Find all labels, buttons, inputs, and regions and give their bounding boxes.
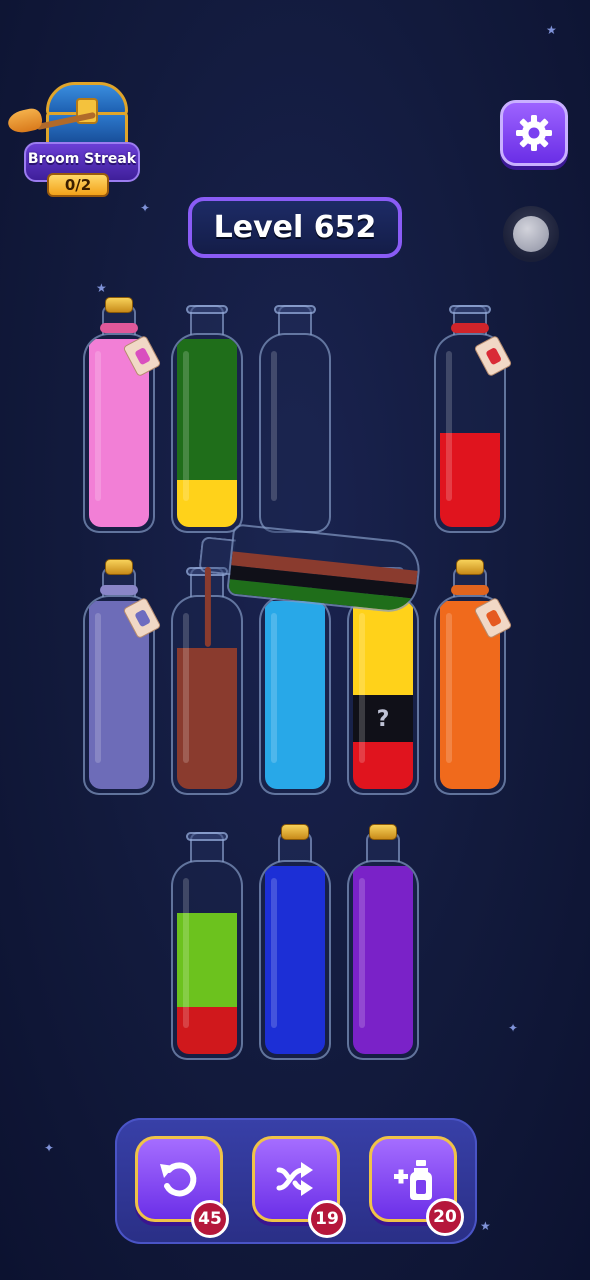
- streak-label: Broom Streak: [27, 151, 137, 167]
- shuffle-icon: [276, 1162, 313, 1196]
- star-decoration: ✦: [140, 201, 151, 215]
- cork-icon: [281, 824, 309, 840]
- level-label: Level 652: [213, 210, 377, 245]
- bottle-r2c5[interactable]: [434, 559, 513, 797]
- bottle-r3c3[interactable]: [347, 824, 419, 1062]
- level-indicator: Level 652: [188, 197, 402, 258]
- cork-icon: [369, 824, 397, 840]
- bottle-r1c4[interactable]: [434, 305, 513, 535]
- cork-icon: [105, 559, 133, 575]
- undo-count: 45: [191, 1200, 229, 1238]
- bottle-r1c2[interactable]: [171, 305, 243, 535]
- broom-streak-widget[interactable]: Broom Streak 0/2: [6, 78, 148, 203]
- star-decoration: ★: [96, 281, 107, 295]
- bottle-r1c3[interactable]: [259, 305, 331, 535]
- liquid-stack: [228, 551, 418, 613]
- cork-icon: [105, 297, 133, 313]
- toggle-button[interactable]: [503, 206, 559, 262]
- add-bottle-icon: [394, 1160, 432, 1200]
- settings-button[interactable]: [500, 100, 568, 166]
- rope-icon: [451, 585, 489, 595]
- broom-icon: [6, 106, 96, 136]
- bottle-r3c2[interactable]: [259, 824, 331, 1062]
- bottle-r2c1[interactable]: [83, 559, 162, 797]
- hidden-layer-mark: ?: [376, 707, 390, 732]
- star-decoration: ★: [546, 23, 557, 37]
- bottle-r3c1[interactable]: [171, 832, 243, 1062]
- cork-icon: [456, 559, 484, 575]
- shuffle-count: 19: [308, 1200, 346, 1238]
- star-decoration: ✦: [508, 1021, 519, 1035]
- undo-icon: [160, 1162, 197, 1197]
- streak-progress: 0/2: [47, 173, 109, 197]
- gear-icon: [516, 115, 552, 151]
- star-decoration: ★: [480, 1219, 491, 1233]
- add-bottle-count: 20: [426, 1198, 464, 1236]
- rope-icon: [451, 323, 489, 333]
- pour-stream: [204, 566, 211, 647]
- powerup-toolbar: 45 19 20: [115, 1118, 477, 1244]
- star-decoration: ✦: [44, 1141, 55, 1155]
- rope-icon: [100, 323, 138, 333]
- rope-icon: [100, 585, 138, 595]
- bottle-r1c1[interactable]: [83, 297, 162, 535]
